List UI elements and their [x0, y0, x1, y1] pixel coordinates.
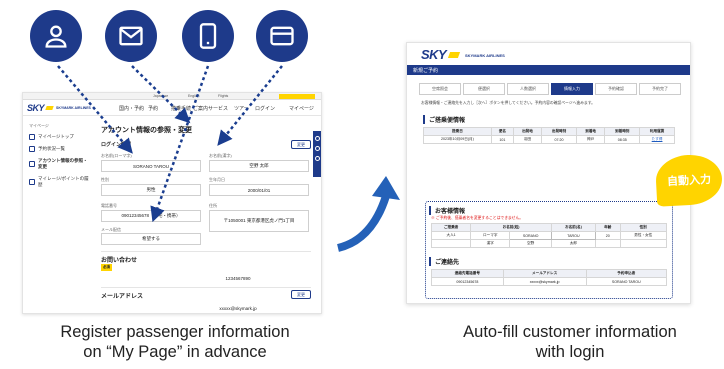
step: 予約完了: [639, 83, 681, 95]
intro-text: お客様情報・ご連絡先を入力し［次へ］ボタンを押してください。予約内容の確認ページ…: [421, 101, 595, 105]
step-active: 情報入力: [551, 83, 593, 95]
customer-section-title: お客様情報: [429, 206, 465, 215]
right-caption: Auto-fill customer information with logi…: [463, 323, 677, 361]
brand-wing-icon: [447, 52, 461, 58]
booking-screenshot: SKY SKYMARK AIRLINES 新規ご予約 空席照会 便選択 人数選択…: [406, 42, 691, 304]
table-row: 大人1 ローマ字 SORANO TAROU 20 男性・女性: [430, 231, 668, 240]
brand-logo[interactable]: SKY: [421, 47, 447, 62]
customer-table: ご搭乗者 お名前(姓) お名前(名) 年齢 性別 大人1 ローマ字 SORANO TAROU 2…: [430, 223, 668, 248]
step-indicator: 空席照会 便選択 人数選択 情報入力 予約確認 予約完了: [419, 83, 681, 95]
arrow-mail: [131, 65, 191, 124]
step: 人数選択: [507, 83, 549, 95]
step: 予約確認: [595, 83, 637, 95]
warning-note: ※ ご予約後、搭乗者名を変更することはできません。: [431, 216, 524, 220]
step: 空席照会: [419, 83, 461, 95]
flight-table: 搭乗日 便名 出発地 出発時刻 到着地 到着時刻 利用運賃 2023年10月09日(月) 10…: [423, 127, 675, 144]
flight-section-title: ご搭乗便情報: [423, 115, 465, 124]
arrow-phone: [150, 65, 210, 223]
table-row: 2023年10月09日(月) 101 羽田 07:20 神戸 08:35 たす得: [423, 135, 675, 144]
page-banner: 新規ご予約: [407, 65, 690, 75]
flow-arrowhead: [372, 176, 400, 200]
table-row: 漢字 空野 太郎: [430, 239, 668, 248]
contact-section-title: ご連絡先: [429, 257, 459, 266]
table-row: 09012345678 xxxxx@skymark.jp SORANO TAROU: [431, 277, 668, 286]
contact-table: 連絡先電話番号 メールアドレス 予約申込者 09012345678 xxxxx@sky…: [431, 269, 668, 286]
flow-arrow: [336, 194, 390, 252]
arrow-card: [217, 65, 283, 146]
brand-sub: SKYMARK AIRLINES: [465, 53, 505, 58]
left-caption: Register passenger information on “My Pa…: [60, 323, 290, 361]
step: 便選択: [463, 83, 505, 95]
arrow-person: [57, 65, 133, 154]
